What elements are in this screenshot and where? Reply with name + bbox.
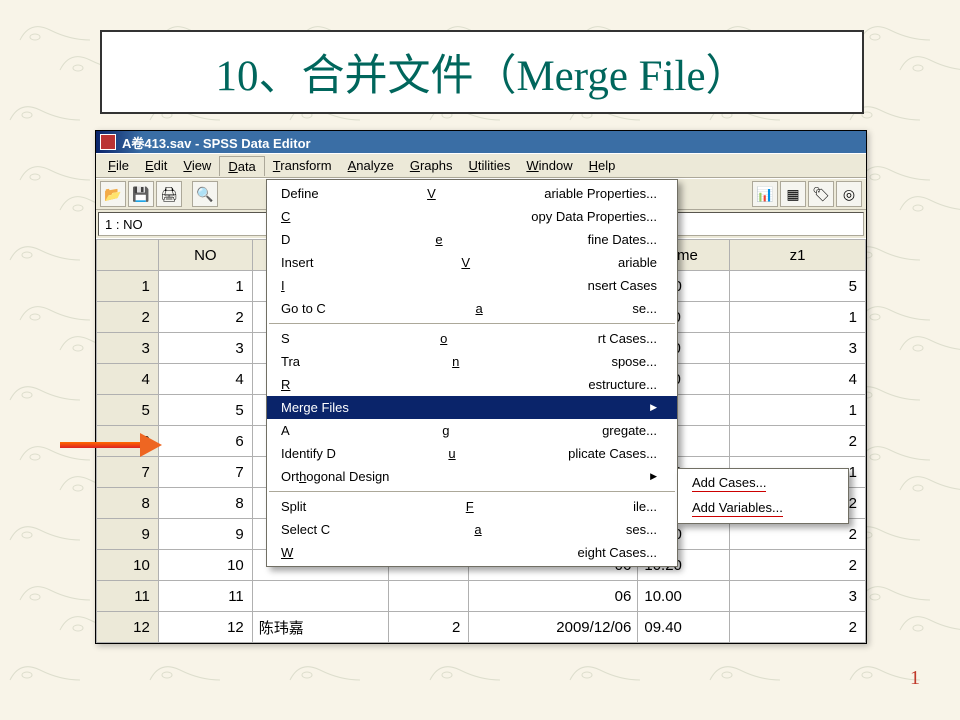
cell-no[interactable]: 9 — [158, 519, 252, 550]
row-header[interactable]: 12 — [97, 612, 159, 643]
menu-help[interactable]: Help — [581, 156, 624, 175]
cell-no[interactable]: 6 — [158, 426, 252, 457]
cell-time[interactable]: 10.00 — [638, 581, 730, 612]
menuitem-aggregate[interactable]: Aggregate... — [267, 419, 677, 442]
cell-time[interactable]: 09.40 — [638, 612, 730, 643]
print-icon[interactable]: 🖨 — [156, 181, 182, 207]
cell-z1[interactable]: 5 — [730, 271, 866, 302]
spss-data-editor-window: A卷413.sav - SPSS Data Editor File Edit V… — [95, 130, 867, 644]
cell-z1[interactable]: 1 — [730, 302, 866, 333]
row-header[interactable]: 10 — [97, 550, 159, 581]
app-icon — [100, 134, 116, 150]
cell-no[interactable]: 12 — [158, 612, 252, 643]
cell-z1[interactable]: 2 — [730, 550, 866, 581]
menuitem-insert-variable[interactable]: Insert Variable — [267, 251, 677, 274]
cell-no[interactable]: 7 — [158, 457, 252, 488]
menuitem-transpose[interactable]: Transpose... — [267, 350, 677, 373]
cell-no[interactable]: 2 — [158, 302, 252, 333]
menu-transform[interactable]: Transform — [265, 156, 340, 175]
target-icon[interactable]: ◎ — [836, 181, 862, 207]
slide-title-box: 10、合并文件（Merge File） — [100, 30, 864, 114]
row-header[interactable]: 9 — [97, 519, 159, 550]
open-icon[interactable]: 📂 — [100, 181, 126, 207]
menu-window[interactable]: Window — [518, 156, 580, 175]
cell[interactable]: 陈玮嘉 — [252, 612, 388, 643]
cell-z1[interactable]: 2 — [730, 426, 866, 457]
menuitem-define-dates[interactable]: Define Dates... — [267, 228, 677, 251]
menu-file[interactable]: File — [100, 156, 137, 175]
menuitem-copy-data-properties[interactable]: Copy Data Properties... — [267, 205, 677, 228]
row-header[interactable]: 4 — [97, 364, 159, 395]
submenu-add-variables[interactable]: Add Variables... — [678, 496, 848, 521]
cell[interactable]: 06 — [469, 581, 638, 612]
row-header[interactable]: 3 — [97, 333, 159, 364]
cell-no[interactable]: 5 — [158, 395, 252, 426]
cell-z1[interactable]: 2 — [730, 612, 866, 643]
slide-title: 10、合并文件（Merge File） — [215, 41, 748, 103]
window-titlebar[interactable]: A卷413.sav - SPSS Data Editor — [96, 131, 866, 153]
annotation-arrow — [60, 435, 170, 455]
menuitem-sort-cases[interactable]: Sort Cases... — [267, 327, 677, 350]
row-header[interactable]: 7 — [97, 457, 159, 488]
cell-no[interactable]: 3 — [158, 333, 252, 364]
cell[interactable] — [388, 581, 469, 612]
menuitem-insert-cases[interactable]: Insert Cases — [267, 274, 677, 297]
cell-z1[interactable]: 4 — [730, 364, 866, 395]
menuitem-weight-cases[interactable]: Weight Cases... — [267, 541, 677, 564]
menuitem-split-file[interactable]: Split File... — [267, 495, 677, 518]
col-z1[interactable]: z1 — [730, 240, 866, 271]
cell-z1[interactable]: 3 — [730, 581, 866, 612]
data-menu-dropdown: Define Variable Properties... Copy Data … — [266, 179, 678, 567]
menuitem-go-to-case[interactable]: Go to Case... — [267, 297, 677, 320]
grid-icon[interactable]: ▦ — [780, 181, 806, 207]
cell-z1[interactable]: 3 — [730, 333, 866, 364]
cell-no[interactable]: 8 — [158, 488, 252, 519]
row-header[interactable]: 8 — [97, 488, 159, 519]
row-header[interactable]: 5 — [97, 395, 159, 426]
menuitem-restructure[interactable]: Restructure... — [267, 373, 677, 396]
col-no[interactable]: NO — [158, 240, 252, 271]
chart-icon[interactable]: 📊 — [752, 181, 778, 207]
vars-icon[interactable]: 🏷 — [808, 181, 834, 207]
cell-z1[interactable]: 1 — [730, 395, 866, 426]
window-title: A卷413.sav - SPSS Data Editor — [122, 133, 311, 152]
submenu-add-cases[interactable]: Add Cases... — [678, 471, 848, 496]
menu-analyze[interactable]: Analyze — [340, 156, 402, 175]
preview-icon[interactable]: 🔍 — [192, 181, 218, 207]
table-row: 1111 0610.003 — [97, 581, 866, 612]
slide-number: 1 — [910, 667, 920, 690]
cell[interactable]: 2009/12/06 — [469, 612, 638, 643]
menuitem-select-cases[interactable]: Select Cases... — [267, 518, 677, 541]
menu-view[interactable]: View — [175, 156, 219, 175]
save-icon[interactable]: 💾 — [128, 181, 154, 207]
menu-graphs[interactable]: Graphs — [402, 156, 461, 175]
cell[interactable] — [252, 581, 388, 612]
row-header[interactable]: 1 — [97, 271, 159, 302]
row-header[interactable]: 11 — [97, 581, 159, 612]
menuitem-identify-duplicate-cases[interactable]: Identify Duplicate Cases... — [267, 442, 677, 465]
menu-edit[interactable]: Edit — [137, 156, 175, 175]
merge-files-submenu: Add Cases... Add Variables... — [677, 468, 849, 524]
table-row: 1212陈玮嘉22009/12/0609.402 — [97, 612, 866, 643]
cell-no[interactable]: 11 — [158, 581, 252, 612]
menuitem-define-variable-properties[interactable]: Define Variable Properties... — [267, 182, 677, 205]
cell-no[interactable]: 4 — [158, 364, 252, 395]
menu-data[interactable]: Data — [219, 156, 264, 176]
cell-no[interactable]: 1 — [158, 271, 252, 302]
row-header[interactable]: 2 — [97, 302, 159, 333]
cell[interactable]: 2 — [388, 612, 469, 643]
menubar: File Edit View Data Transform Analyze Gr… — [96, 153, 866, 178]
menu-utilities[interactable]: Utilities — [460, 156, 518, 175]
menuitem-merge-files[interactable]: Merge Files — [267, 396, 677, 419]
menuitem-orthogonal-design[interactable]: Orthogonal Design — [267, 465, 677, 488]
cell-no[interactable]: 10 — [158, 550, 252, 581]
